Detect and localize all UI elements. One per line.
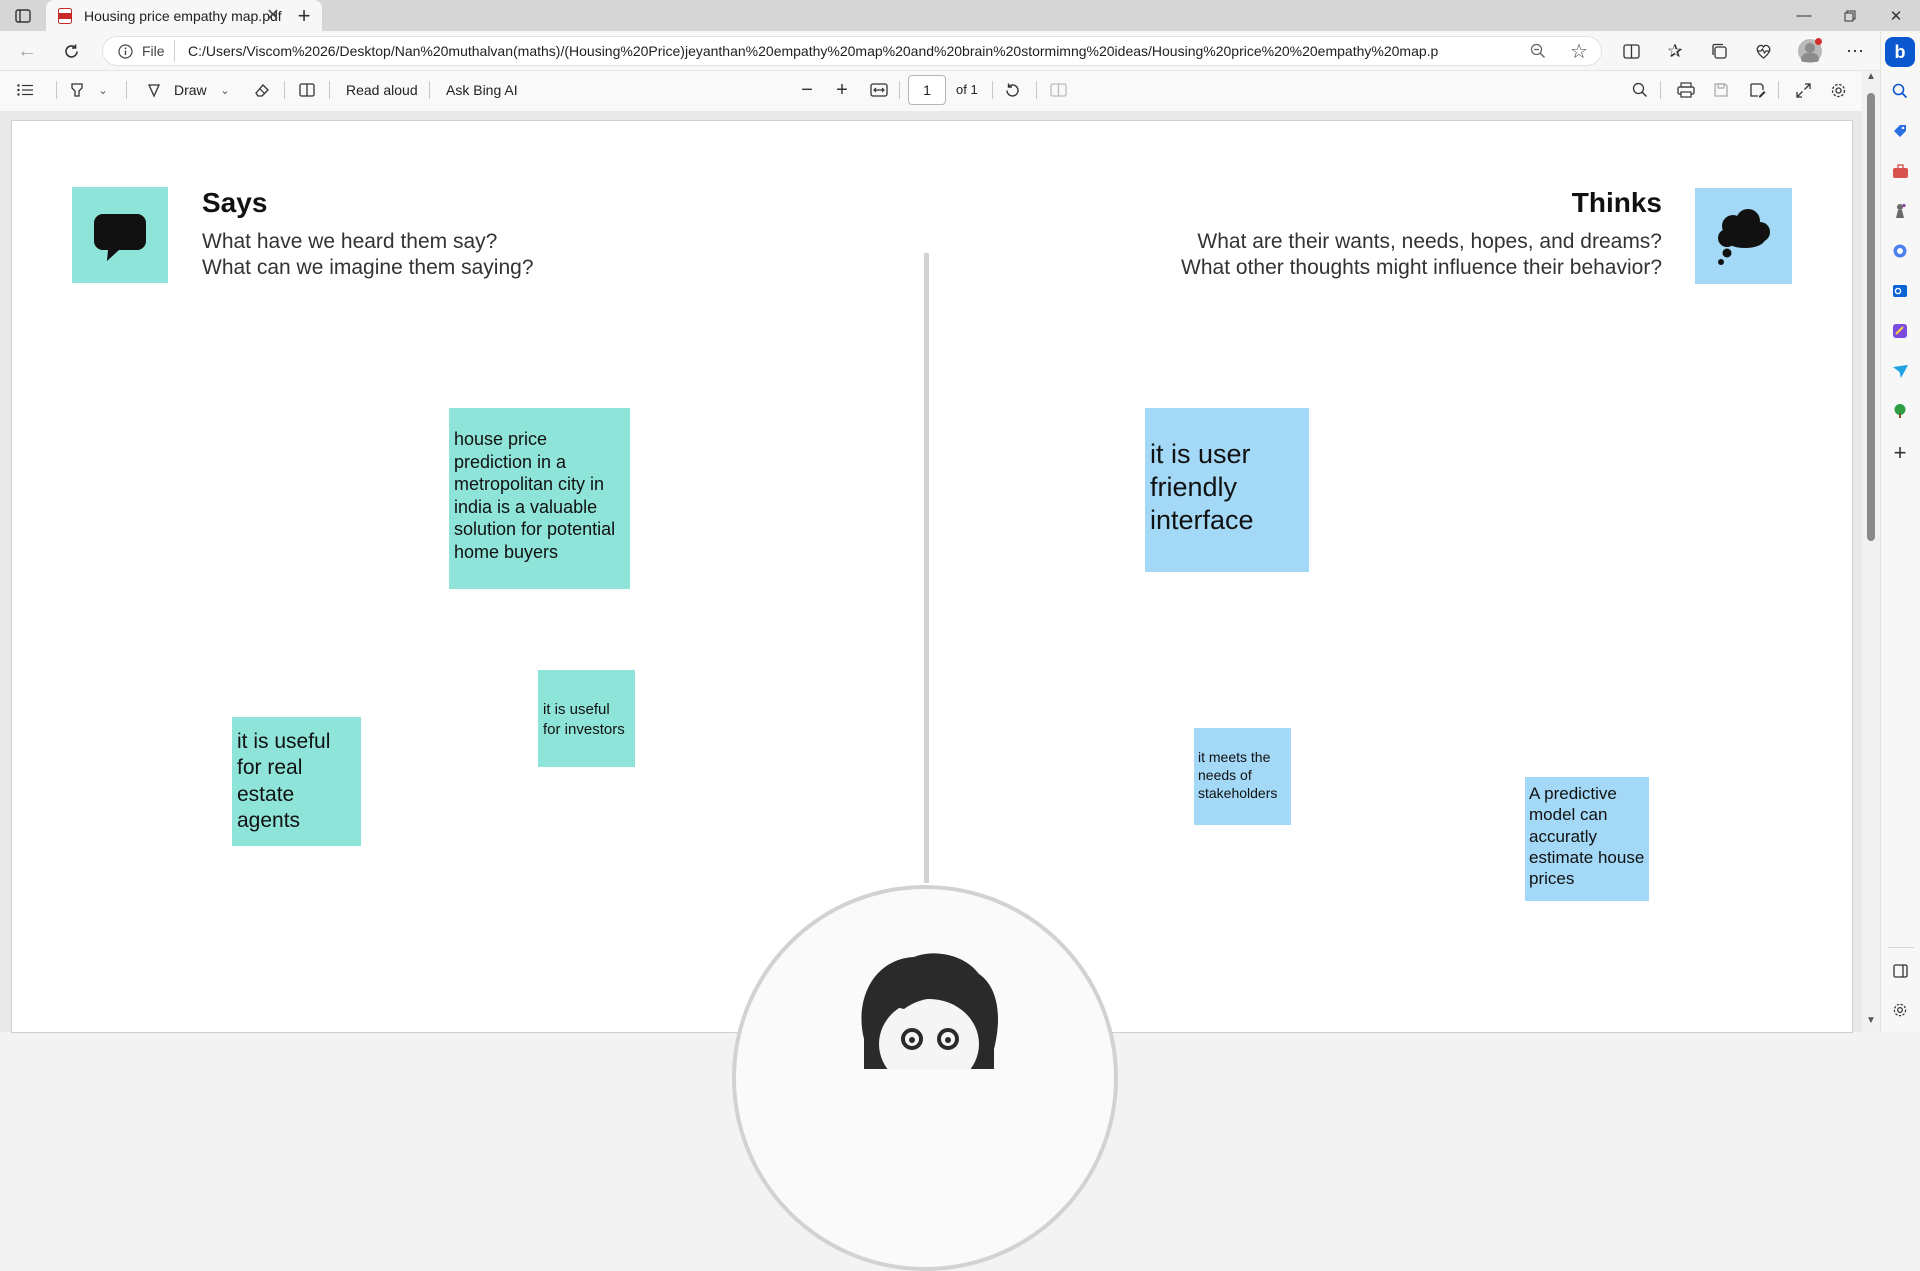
says-question-1: What have we heard them say? xyxy=(202,230,498,253)
says-sticky-note[interactable]: it is useful for investors xyxy=(538,670,635,767)
notification-dot xyxy=(1815,38,1822,45)
toolbar-separator xyxy=(329,81,330,99)
zoom-out-icon[interactable] xyxy=(1527,40,1549,62)
toolbar-separator xyxy=(1036,81,1037,99)
highlight-dropdown-icon[interactable]: ⌄ xyxy=(96,82,110,98)
back-icon[interactable]: ← xyxy=(14,39,40,63)
designer-icon[interactable] xyxy=(1888,320,1912,342)
favorites-icon[interactable]: ✰ xyxy=(1664,40,1686,62)
toolbar-separator xyxy=(284,81,285,99)
full-screen-icon[interactable] xyxy=(1793,80,1813,100)
pdf-page: Says What have we heard them say? What c… xyxy=(12,121,1852,1271)
says-sticky-note[interactable]: house price prediction in a metropolitan… xyxy=(449,408,630,589)
favorite-star-icon[interactable]: ☆ xyxy=(1568,40,1590,63)
zoom-out-minus-icon[interactable]: − xyxy=(797,79,817,101)
toolbar-separator xyxy=(992,81,993,99)
save-as-icon[interactable] xyxy=(1747,80,1767,100)
draw-button[interactable]: Draw xyxy=(174,82,207,98)
games-chess-icon[interactable] xyxy=(1888,200,1912,222)
rotate-icon[interactable] xyxy=(1002,80,1022,100)
toolbar-separator xyxy=(56,81,57,99)
says-sticky-note[interactable]: it is useful for real estate agents xyxy=(232,717,361,846)
tab-actions-icon[interactable] xyxy=(12,7,34,25)
thinks-question-1: What are their wants, needs, hopes, and … xyxy=(1197,230,1662,253)
scrollbar-thumb[interactable] xyxy=(1867,93,1875,541)
thinks-sticky-note[interactable]: it is user friendly interface xyxy=(1145,408,1309,572)
toolbar-separator xyxy=(429,81,430,99)
highlight-icon[interactable] xyxy=(66,80,88,100)
sidebar-settings-gear-icon[interactable] xyxy=(1888,999,1912,1021)
tab-title: Housing price empathy map.pdf xyxy=(84,8,282,24)
contents-list-icon[interactable] xyxy=(14,80,36,100)
read-aloud-button[interactable]: Read aloud xyxy=(346,82,418,98)
center-divider xyxy=(924,253,929,883)
scroll-up-icon[interactable]: ▲ xyxy=(1866,71,1876,82)
zoom-in-plus-icon[interactable]: + xyxy=(832,79,852,101)
browser-essentials-icon[interactable] xyxy=(1752,40,1774,62)
page-number-input[interactable]: 1 xyxy=(908,75,946,105)
toolbar-separator xyxy=(1660,81,1661,99)
tab-active[interactable]: Housing price empathy map.pdf ✕ xyxy=(46,0,322,31)
thinks-sticky-note[interactable]: it meets the needs of stakeholders xyxy=(1194,728,1291,825)
tools-briefcase-icon[interactable] xyxy=(1888,160,1912,182)
page-total-label: of 1 xyxy=(956,82,978,97)
page-view-icon[interactable] xyxy=(297,80,317,100)
restore-icon[interactable] xyxy=(1827,0,1873,31)
sidebar-divider xyxy=(1888,947,1914,948)
pdf-file-icon xyxy=(58,8,72,29)
close-window-icon[interactable]: ✕ xyxy=(1873,0,1919,31)
scroll-down-icon[interactable]: ▼ xyxy=(1866,1015,1876,1026)
address-divider xyxy=(174,40,175,62)
persona-circle xyxy=(732,885,1118,1271)
collections-icon[interactable] xyxy=(1708,40,1730,62)
persona-face-icon xyxy=(844,949,1014,1089)
find-icon[interactable] xyxy=(1630,80,1650,100)
shopping-tag-icon[interactable] xyxy=(1888,120,1912,142)
close-tab-icon[interactable]: ✕ xyxy=(264,6,282,24)
tree-icon[interactable] xyxy=(1888,400,1912,422)
address-scheme-label: File xyxy=(142,43,165,59)
drop-send-icon[interactable] xyxy=(1888,360,1912,382)
thinks-heading: Thinks xyxy=(1571,187,1662,218)
sidebar-search-icon[interactable] xyxy=(1888,80,1912,102)
fit-to-width-icon[interactable] xyxy=(868,80,890,100)
add-sidebar-app-icon[interactable]: + xyxy=(1888,440,1912,465)
ask-bing-ai-button[interactable]: Ask Bing AI xyxy=(446,82,518,98)
split-screen-icon[interactable] xyxy=(1620,40,1642,62)
draw-dropdown-icon[interactable]: ⌄ xyxy=(218,82,232,98)
speech-bubble-icon xyxy=(93,211,147,270)
toolbar-separator xyxy=(126,81,127,99)
pdf-settings-gear-icon[interactable] xyxy=(1828,80,1848,100)
draw-icon[interactable] xyxy=(144,80,164,100)
thinks-sticky-note[interactable]: A predictive model can accuratly estimat… xyxy=(1525,777,1649,901)
thinks-icon-box xyxy=(1695,188,1792,284)
eraser-icon[interactable] xyxy=(252,80,272,100)
toolbar-separator xyxy=(899,81,900,99)
save-icon[interactable] xyxy=(1711,80,1731,100)
thinks-question-2: What other thoughts might influence thei… xyxy=(1181,256,1662,279)
hide-sidebar-icon[interactable] xyxy=(1888,960,1912,982)
more-menu-icon[interactable]: ⋯ xyxy=(1843,40,1867,62)
two-page-icon[interactable] xyxy=(1048,80,1068,100)
url-text[interactable]: C:/Users/Viscom%2026/Desktop/Nan%20mutha… xyxy=(188,43,1438,59)
copilot-icon[interactable]: b xyxy=(1885,37,1915,67)
thought-cloud-icon xyxy=(1715,208,1773,271)
print-icon[interactable] xyxy=(1675,80,1697,100)
profile-avatar[interactable] xyxy=(1798,38,1822,63)
microsoft-365-icon[interactable] xyxy=(1888,240,1912,262)
toolbar-separator xyxy=(1778,81,1779,99)
says-heading: Says xyxy=(202,187,268,218)
refresh-icon[interactable] xyxy=(58,39,84,63)
says-icon-box xyxy=(72,187,168,283)
info-icon[interactable] xyxy=(116,42,134,60)
says-question-2: What can we imagine them saying? xyxy=(202,256,534,279)
outlook-icon[interactable] xyxy=(1888,280,1912,302)
minimize-icon[interactable]: — xyxy=(1781,0,1827,31)
vertical-scrollbar[interactable]: ▲ ▼ xyxy=(1862,71,1880,1032)
new-tab-icon[interactable]: + xyxy=(292,3,316,28)
